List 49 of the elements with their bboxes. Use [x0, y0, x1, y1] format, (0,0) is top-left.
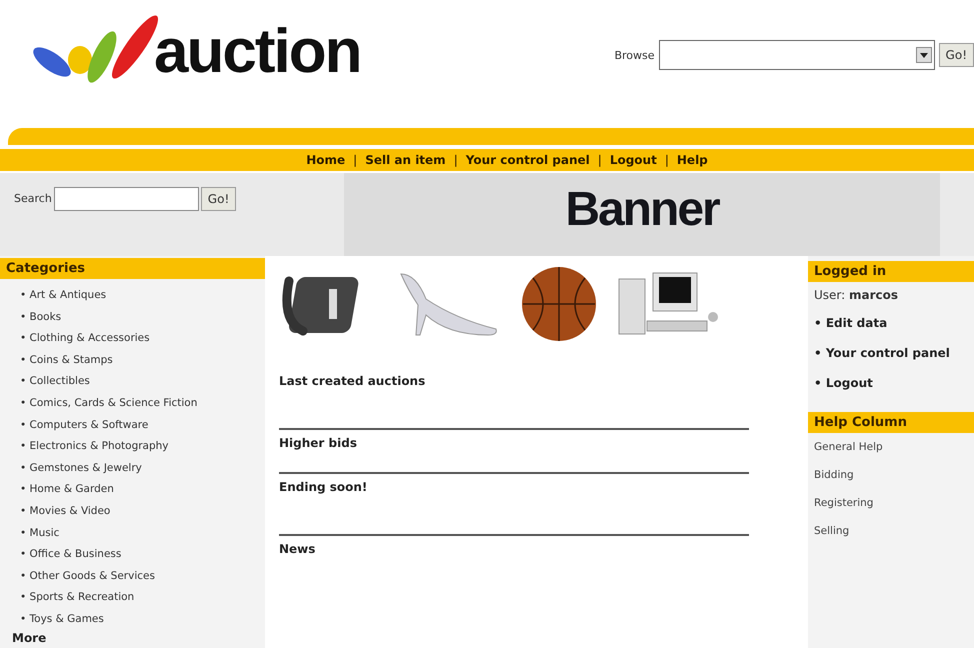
category-link[interactable]: • Toys & Games: [0, 608, 265, 630]
category-link[interactable]: • Books: [0, 306, 265, 328]
search-go-button[interactable]: Go!: [200, 187, 236, 211]
category-link[interactable]: • Home & Garden: [0, 479, 265, 501]
browse-select[interactable]: [658, 40, 935, 70]
logged-in-header: Logged in: [808, 261, 974, 282]
nav-separator: |: [598, 153, 602, 167]
help-topic-link[interactable]: Bidding: [808, 461, 974, 489]
logo-text: auction: [154, 21, 360, 83]
category-link[interactable]: • Comics, Cards & Science Fiction: [0, 392, 265, 415]
section-heading: News: [279, 542, 316, 556]
category-link[interactable]: • Movies & Video: [0, 500, 265, 523]
section-heading: Ending soon!: [279, 480, 368, 494]
category-link[interactable]: • Coins & Stamps: [0, 350, 265, 372]
nav-link[interactable]: Logout: [610, 153, 657, 167]
help-topic-link[interactable]: General Help: [808, 433, 974, 461]
nav-separator: |: [454, 153, 458, 167]
account-link[interactable]: • Edit data: [808, 308, 974, 338]
category-link[interactable]: • Other Goods & Services: [0, 566, 265, 588]
help-topic-link[interactable]: Registering: [808, 489, 974, 517]
category-link[interactable]: • Gemstones & Jewelry: [0, 458, 265, 480]
nav-link[interactable]: Sell an item: [365, 153, 446, 167]
help-column-header: Help Column: [808, 412, 974, 433]
nav-link[interactable]: Your control panel: [466, 153, 590, 167]
section-heading: Last created auctions: [279, 374, 426, 388]
nav-link[interactable]: Home: [306, 153, 346, 167]
nav-separator: |: [664, 153, 669, 167]
section-heading: Higher bids: [279, 436, 358, 450]
nav-separator: |: [353, 153, 358, 167]
category-link[interactable]: • Computers & Software: [0, 414, 265, 436]
search-label: Search: [14, 192, 52, 205]
browse-label: Browse: [614, 48, 655, 62]
banner-title: Banner: [565, 182, 719, 237]
category-link[interactable]: • Music: [0, 522, 265, 544]
help-topic-link[interactable]: Selling: [808, 517, 974, 545]
nav-link[interactable]: Help: [676, 153, 708, 167]
account-link[interactable]: • Your control panel: [808, 338, 974, 368]
category-link[interactable]: • Sports & Recreation: [0, 587, 265, 609]
category-link[interactable]: • Collectibles: [0, 371, 265, 393]
category-link[interactable]: • Office & Business: [0, 544, 265, 566]
category-link[interactable]: • Art & Antiques: [0, 285, 265, 307]
account-link[interactable]: • Logout: [808, 368, 974, 398]
search-field[interactable]: [54, 187, 199, 211]
category-link[interactable]: • Clothing & Accessories: [0, 328, 265, 350]
browse-go-button[interactable]: Go!: [938, 43, 974, 67]
user-line: User: marcos: [813, 287, 900, 304]
categories-header: Categories: [0, 258, 265, 279]
more-link[interactable]: More: [0, 630, 265, 644]
category-link[interactable]: • Electronics & Photography: [0, 436, 265, 458]
